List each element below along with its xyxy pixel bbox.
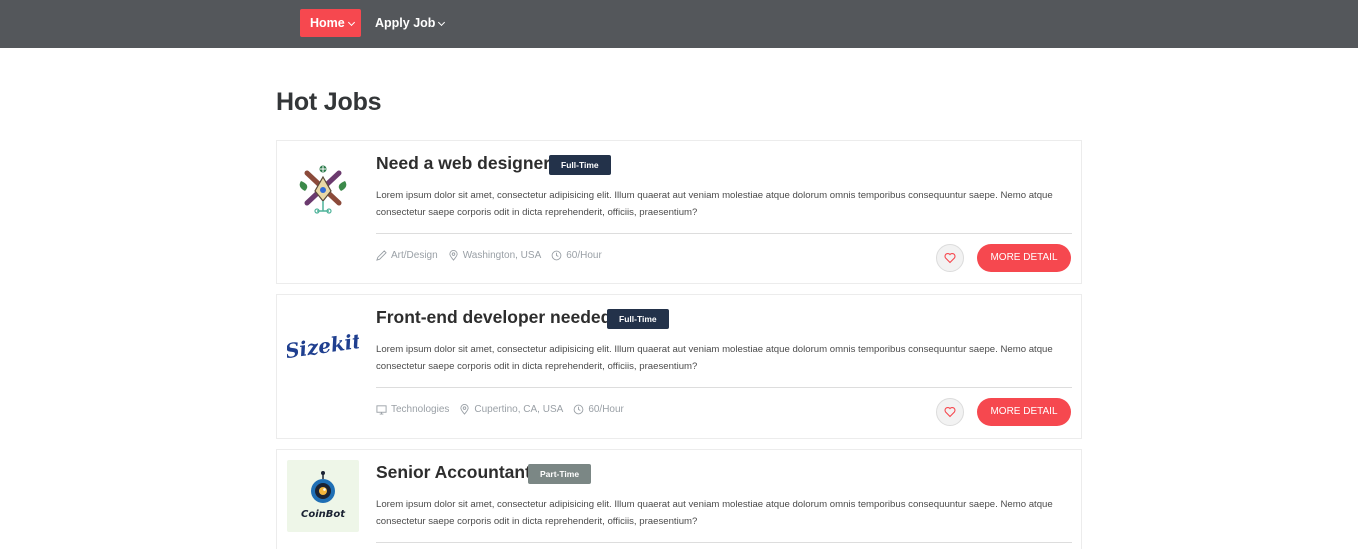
job-category-label: Technologies [391,404,450,415]
divider [376,233,1072,234]
job-location: Washington, USA [448,250,542,261]
clock-icon [551,250,562,261]
company-logo-text: Sizekit [287,329,359,364]
job-type-badge: Part-Time [528,464,592,484]
map-pin-icon [460,404,470,415]
company-logo-art [287,151,359,223]
job-description: Lorem ipsum dolor sit amet, consectetur … [376,499,1053,527]
job-meta: Art/Design Washington, USA 60/Hour [376,250,612,261]
monitor-icon [376,405,387,415]
nav-apply-label: Apply Job [375,16,436,30]
company-logo-text: CoinBot [301,509,346,520]
pen-icon [376,250,387,261]
company-logo-coinbot: CoinBot [287,460,359,532]
more-detail-button[interactable]: MORE DETAIL [977,244,1071,272]
job-category: Technologies [376,404,449,415]
job-rate-label: 60/Hour [566,250,602,261]
map-pin-icon [449,250,458,261]
job-card-frontend-developer: Sizekit Front-end developer needed Full-… [276,294,1082,439]
favorite-button[interactable] [936,244,964,272]
job-location: Cupertino, CA, USA [459,404,563,415]
top-navbar: Home Apply Job [0,0,1358,48]
more-detail-button[interactable]: MORE DETAIL [977,398,1071,426]
job-rate-label: 60/Hour [588,404,624,415]
job-location-label: Cupertino, CA, USA [474,404,564,415]
job-card-senior-accountant: CoinBot Senior Accountant Part-Time Lore… [276,449,1082,549]
clock-icon [573,404,584,415]
job-title[interactable]: Front-end developer needed [376,307,611,328]
job-title[interactable]: Senior Accountant [376,462,531,483]
job-type-badge: Full-Time [607,309,669,329]
favorite-button[interactable] [936,398,964,426]
nav-home-label: Home [310,16,345,30]
job-location-label: Washington, USA [462,250,542,261]
job-rate: 60/Hour [573,404,624,415]
job-description: Lorem ipsum dolor sit amet, consectetur … [376,344,1053,372]
job-type-badge: Full-Time [549,155,611,175]
company-logo-sizekit: Sizekit [287,305,359,377]
heart-icon [944,252,956,264]
heart-icon [944,406,956,418]
chevron-down-icon [347,18,355,27]
nav-apply-job[interactable]: Apply Job [365,9,454,37]
job-category-label: Art/Design [391,250,438,261]
nav-home[interactable]: Home [300,9,361,37]
job-meta: Technologies Cupertino, CA, USA 60/Hour [376,404,634,415]
job-description: Lorem ipsum dolor sit amet, consectetur … [376,190,1053,218]
divider [376,542,1072,543]
divider [376,387,1072,388]
job-card-web-designer: Need a web designer Full-Time Lorem ipsu… [276,140,1082,284]
job-rate: 60/Hour [551,250,602,261]
job-category: Art/Design [376,250,438,261]
page-title: Hot Jobs [276,88,382,116]
job-title[interactable]: Need a web designer [376,153,550,174]
chevron-down-icon [438,18,446,27]
